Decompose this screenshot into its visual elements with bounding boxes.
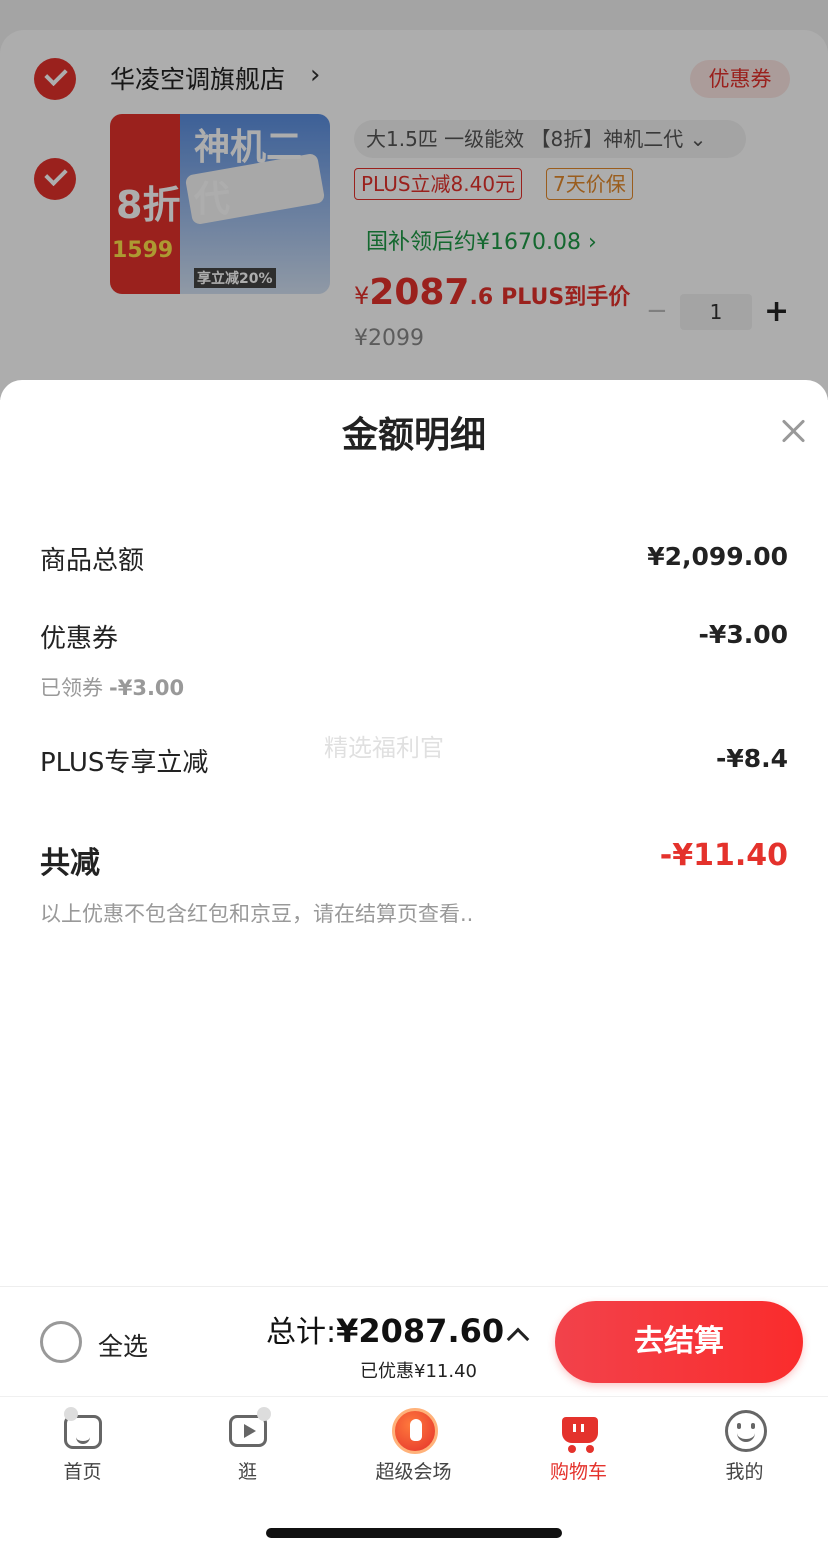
video-icon <box>227 1407 271 1451</box>
chevron-up-icon[interactable] <box>506 1327 530 1351</box>
saved-amount: 已优惠¥11.40 <box>360 1361 477 1382</box>
row-label-subtotal: 商品总额 <box>40 546 145 576</box>
coupon-received-line: 已领券 -¥3.00 <box>40 672 184 702</box>
tab-mine-label: 我的 <box>725 1461 764 1483</box>
tab-browse[interactable]: 逛 <box>165 1397 330 1497</box>
coupon-received-value: -¥3.00 <box>109 676 185 700</box>
select-all-label[interactable]: 全选 <box>98 1327 148 1363</box>
row-amount-coupon: -¥3.00 <box>698 620 788 649</box>
close-icon[interactable] <box>776 414 812 450</box>
tab-super-venue-label: 超级会场 <box>375 1461 452 1483</box>
home-indicator[interactable] <box>266 1528 562 1538</box>
row-amount-plus: -¥8.4 <box>715 744 788 773</box>
cart-icon <box>558 1409 600 1453</box>
total-label: 总计: <box>266 1315 337 1350</box>
dim-overlay[interactable] <box>0 0 828 400</box>
coupon-received-label: 已领券 <box>40 676 103 700</box>
checkout-bar: 全选 总计:¥2087.60 已优惠¥11.40 去结算 <box>0 1286 828 1396</box>
row-amount-subtotal: ¥2,099.00 <box>647 542 788 571</box>
tab-super-venue[interactable]: 超级会场 <box>331 1397 496 1497</box>
total-discount-amount: -¥11.40 <box>659 838 788 873</box>
tab-browse-label: 逛 <box>237 1461 257 1483</box>
total-line: 总计:¥2087.60 <box>266 1307 504 1351</box>
tab-mine[interactable]: 我的 <box>662 1397 827 1497</box>
fire-icon <box>392 1408 438 1454</box>
discount-note: 以上优惠不包含红包和京豆，请在结算页查看.. <box>40 902 474 926</box>
row-label-plus: PLUS专享立减 <box>40 748 209 778</box>
total-discount-label: 共减 <box>40 846 100 881</box>
tab-home[interactable]: 首页 <box>0 1397 165 1497</box>
tab-home-label: 首页 <box>63 1461 102 1483</box>
checkout-button[interactable]: 去结算 <box>555 1301 803 1383</box>
total-value: ¥2087.60 <box>336 1312 505 1350</box>
watermark: 精选福利官 <box>324 734 444 762</box>
sheet-title: 金额明细 <box>341 415 486 456</box>
smile-icon <box>724 1409 767 1452</box>
select-all-radio[interactable] <box>40 1321 82 1363</box>
tab-cart-label: 购物车 <box>549 1461 607 1483</box>
amount-detail-sheet: 金额明细 商品总额 ¥2,099.00 优惠券 -¥3.00 已领券 -¥3.00… <box>0 380 828 1286</box>
home-icon <box>62 1407 104 1451</box>
tab-cart[interactable]: 购物车 <box>496 1397 661 1497</box>
row-label-coupon: 优惠券 <box>40 624 119 654</box>
